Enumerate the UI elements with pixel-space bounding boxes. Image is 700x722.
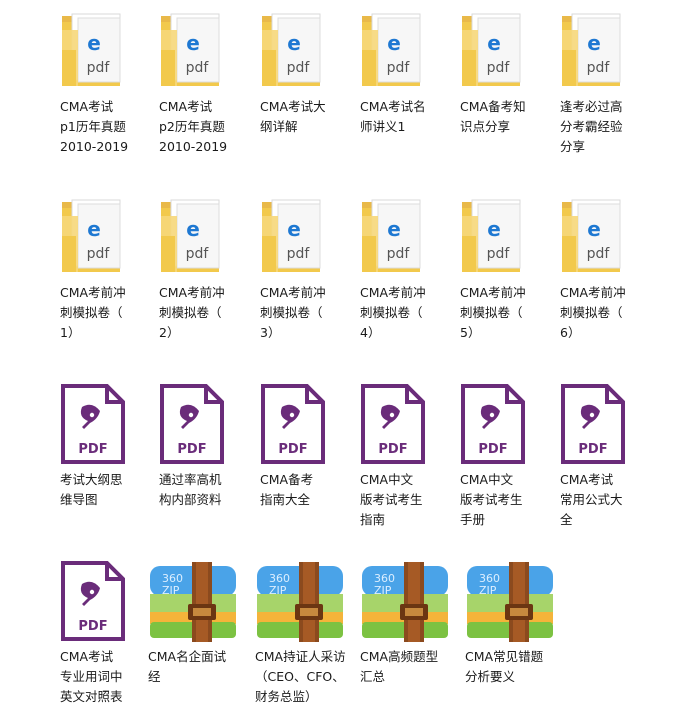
svg-text:e: e [387, 31, 401, 55]
svg-text:e: e [87, 217, 101, 241]
file-label: CMA考试 p1历年真题 2010-2019 [60, 99, 129, 154]
svg-text:pdf: pdf [287, 60, 311, 76]
pdf-file-icon: PDF [60, 560, 140, 641]
svg-text:ZIP: ZIP [374, 584, 392, 597]
file-label: CMA名企面试 经 [148, 649, 227, 684]
file-label: 逢考必过高 分考霸经验 分享 [560, 99, 623, 154]
folder-pdf-icon: e pdf [560, 196, 640, 276]
svg-text:PDF: PDF [478, 442, 507, 457]
svg-text:pdf: pdf [87, 246, 111, 262]
pdf-file-icon: PDF [260, 383, 340, 464]
folder-pdf-icon: e pdf [460, 10, 540, 90]
svg-text:e: e [587, 217, 601, 241]
pdf-file-icon: PDF [60, 383, 140, 464]
file-label: CMA考前冲 刺模拟卷（ 3） [260, 285, 326, 340]
svg-text:pdf: pdf [587, 60, 611, 76]
svg-text:e: e [587, 31, 601, 55]
svg-text:ZIP: ZIP [269, 584, 287, 597]
pdf-file-icon: PDF [360, 383, 440, 464]
folder-pdf-icon: e pdf [159, 196, 239, 276]
folder-pdf-icon: e pdf [460, 196, 540, 276]
svg-text:pdf: pdf [387, 60, 411, 76]
file-label: CMA备考 指南大全 [260, 472, 314, 507]
svg-text:pdf: pdf [487, 60, 511, 76]
svg-text:PDF: PDF [278, 442, 307, 457]
file-label: CMA考试名 师讲义1 [360, 99, 426, 134]
svg-text:pdf: pdf [587, 246, 611, 262]
svg-text:e: e [387, 217, 401, 241]
folder-pdf-icon: e pdf [260, 10, 340, 90]
svg-text:PDF: PDF [78, 442, 107, 457]
file-label: CMA常见错题 分析要义 [465, 649, 544, 684]
file-label: CMA考前冲 刺模拟卷（ 2） [159, 285, 225, 340]
svg-text:PDF: PDF [177, 442, 206, 457]
folder-pdf-icon: e pdf [360, 10, 440, 90]
file-grid: e pdf CMA考试 p1历年真题 2010-2019 e pdf CMA考试… [0, 0, 700, 722]
folder-pdf-icon: e pdf [560, 10, 640, 90]
svg-text:e: e [87, 31, 101, 55]
file-label: CMA持证人采访 （CEO、CFO、 财务总监） [255, 649, 346, 704]
pdf-file-icon: PDF [460, 383, 540, 464]
svg-text:ZIP: ZIP [479, 584, 497, 597]
file-label: CMA考试 常用公式大 全 [560, 472, 623, 527]
svg-text:e: e [487, 217, 501, 241]
folder-pdf-icon: e pdf [60, 196, 140, 276]
svg-text:pdf: pdf [387, 246, 411, 262]
file-label: CMA考前冲 刺模拟卷（ 5） [460, 285, 526, 340]
svg-text:e: e [487, 31, 501, 55]
svg-text:pdf: pdf [287, 246, 311, 262]
file-label: CMA考试 专业用词中 英文对照表 [60, 649, 123, 704]
zip-archive-icon: 360 ZIP [148, 560, 236, 642]
svg-text:PDF: PDF [578, 442, 607, 457]
svg-text:pdf: pdf [186, 246, 210, 262]
file-label: CMA考试大 纲详解 [260, 99, 326, 134]
file-label: CMA中文 版考试考生 手册 [460, 472, 523, 527]
svg-text:e: e [186, 31, 200, 55]
file-label: CMA考前冲 刺模拟卷（ 1） [60, 285, 126, 340]
svg-text:e: e [287, 217, 301, 241]
svg-text:e: e [287, 31, 301, 55]
folder-pdf-icon: e pdf [360, 196, 440, 276]
file-label: CMA考试 p2历年真题 2010-2019 [159, 99, 228, 154]
svg-text:pdf: pdf [87, 60, 111, 76]
svg-text:ZIP: ZIP [162, 584, 180, 597]
zip-archive-icon: 360 ZIP [255, 560, 343, 642]
pdf-file-icon: PDF [159, 383, 239, 464]
svg-text:pdf: pdf [487, 246, 511, 262]
file-label: 通过率高机 构内部资料 [159, 472, 222, 507]
file-label: CMA备考知 识点分享 [460, 99, 526, 134]
folder-pdf-icon: e pdf [60, 10, 140, 90]
svg-text:e: e [186, 217, 200, 241]
svg-text:pdf: pdf [186, 60, 210, 76]
file-label: CMA中文 版考试考生 指南 [360, 472, 423, 527]
zip-archive-icon: 360 ZIP [465, 560, 553, 642]
file-label: CMA考前冲 刺模拟卷（ 6） [560, 285, 626, 340]
file-label: CMA高频题型 汇总 [360, 649, 439, 684]
file-label: 考试大纲思 维导图 [60, 472, 123, 507]
folder-pdf-icon: e pdf [260, 196, 340, 276]
folder-pdf-icon: e pdf [159, 10, 239, 90]
pdf-file-icon: PDF [560, 383, 640, 464]
zip-archive-icon: 360 ZIP [360, 560, 448, 642]
svg-text:PDF: PDF [378, 442, 407, 457]
file-label: CMA考前冲 刺模拟卷（ 4） [360, 285, 426, 340]
svg-text:PDF: PDF [78, 619, 107, 634]
